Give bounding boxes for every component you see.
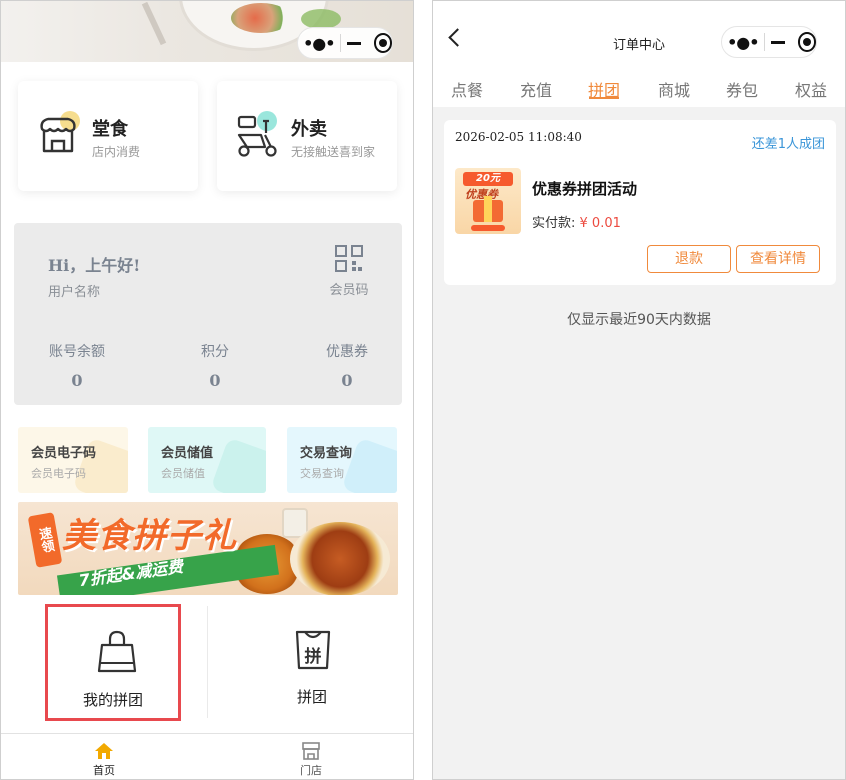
tab-label: 门店 [300, 764, 322, 777]
card-deco-icon [210, 437, 266, 493]
coupon-stat[interactable]: 优惠券 0 [302, 341, 392, 390]
order-tabs: 点餐 充值 拼团 商城 券包 权益 [433, 73, 845, 107]
balance-stat[interactable]: 账号余额 0 [32, 341, 122, 390]
service-subtitle: 无接触送喜到家 [291, 145, 376, 159]
stat-value: 0 [209, 371, 221, 390]
my-group-buy-button[interactable]: 我的拼团 [45, 604, 181, 721]
group-item-label: 拼团 [296, 688, 327, 706]
stat-label: 积分 [201, 344, 229, 360]
stat-value: 0 [341, 371, 353, 390]
shortcut-title: 交易查询 [300, 446, 353, 461]
paid-label: 实付款: [532, 216, 580, 231]
greeting-text: Hi，上午好! [48, 256, 141, 275]
service-title: 堂食 [92, 119, 128, 140]
order-name: 优惠券拼团活动 [532, 180, 638, 198]
order-card[interactable]: 2026-02-05 11:08:40 还差1人成团 20元 优惠券 优惠券拼团… [444, 120, 836, 285]
shopping-bag-icon [97, 630, 137, 673]
more-icon[interactable]: •●• [298, 34, 340, 53]
svg-text:拼: 拼 [305, 646, 322, 667]
active-tab-indicator [589, 97, 619, 99]
data-range-note: 仅显示最近90天内数据 [567, 312, 711, 328]
member-topup-shortcut[interactable]: 会员储值 会员储值 [148, 427, 266, 493]
tab-coupon-pack[interactable]: 券包 [726, 77, 758, 101]
tab-label: 首页 [93, 764, 115, 777]
group-item-label: 我的拼团 [82, 691, 143, 709]
service-title: 外卖 [291, 119, 327, 140]
minimize-icon[interactable] [340, 41, 367, 45]
banner-headline: 美食拼子礼 [62, 516, 237, 556]
banner-tag: 速领 [27, 512, 63, 568]
refund-button[interactable]: 退款 [647, 245, 731, 273]
bottom-tab-bar: 首页 门店 [1, 733, 413, 779]
stat-value: 0 [71, 371, 83, 390]
scooter-icon [237, 111, 277, 157]
stat-label: 账号余额 [49, 344, 105, 360]
home-icon [95, 743, 113, 759]
close-target-icon[interactable] [797, 32, 816, 52]
order-time: 2026-02-05 11:08:40 [455, 130, 582, 144]
transaction-query-shortcut[interactable]: 交易查询 交易查询 [287, 427, 397, 493]
group-buy-panel: 我的拼团 拼 拼团 [1, 596, 413, 733]
paid-price: ¥ 0.01 [579, 216, 621, 231]
service-subtitle: 店内消费 [92, 145, 141, 159]
tab-dine[interactable]: 点餐 [451, 77, 483, 101]
tab-store[interactable]: 门店 [281, 742, 341, 778]
qr-code-icon [335, 245, 363, 272]
group-buy-bag-icon: 拼 [295, 630, 331, 670]
paid-amount: 实付款: ¥ 0.01 [532, 212, 621, 231]
tab-recharge[interactable]: 充值 [520, 77, 552, 101]
group-buy-button[interactable]: 拼 拼团 [244, 604, 380, 721]
view-details-button[interactable]: 查看详情 [736, 245, 820, 273]
miniprogram-capsule: •●• [721, 26, 817, 58]
shortcut-subtitle: 会员储值 [161, 467, 205, 480]
delivery-card[interactable]: 外卖 无接触送喜到家 [217, 81, 397, 191]
tab-benefits[interactable]: 权益 [795, 77, 827, 101]
order-center-screen: 订单中心 •●• 点餐 充值 拼团 商城 券包 权益 2026-02-05 11… [432, 0, 846, 780]
promo-banner[interactable]: 速领 美食拼子礼 7折起&减运费 [18, 502, 398, 595]
coupon-thumbnail: 20元 优惠券 [455, 168, 521, 234]
miniprogram-capsule: •●• [297, 27, 393, 59]
stat-label: 优惠券 [326, 344, 368, 360]
more-icon[interactable]: •●• [722, 33, 764, 52]
shortcut-title: 会员电子码 [31, 446, 97, 461]
member-code-label: 会员码 [329, 283, 369, 298]
dine-in-card[interactable]: 堂食 店内消费 [18, 81, 198, 191]
tab-mall[interactable]: 商城 [658, 77, 690, 101]
points-stat[interactable]: 积分 0 [170, 341, 260, 390]
close-target-icon[interactable] [373, 33, 392, 53]
username-text: 用户名称 [48, 285, 101, 300]
minimize-icon[interactable] [764, 40, 791, 44]
home-screen: •●• 堂食 店内消费 外卖 无接触送喜到家 Hi，上午好! 用户名称 会员码 … [0, 0, 414, 780]
nav-bar: 订单中心 •●• [433, 1, 845, 73]
thumb-amount: 20元 [463, 172, 513, 186]
tab-home[interactable]: 首页 [74, 742, 134, 778]
storefront-icon [40, 111, 80, 153]
member-code-button[interactable]: 会员码 [326, 245, 372, 298]
group-status: 还差1人成团 [751, 137, 825, 152]
shortcut-title: 会员储值 [161, 446, 214, 461]
shortcut-subtitle: 交易查询 [300, 467, 344, 480]
store-icon [302, 742, 320, 760]
member-ecode-shortcut[interactable]: 会员电子码 会员电子码 [18, 427, 128, 493]
member-info-panel: Hi，上午好! 用户名称 会员码 账号余额 0 积分 0 优惠券 0 [14, 223, 402, 405]
shortcut-subtitle: 会员电子码 [31, 467, 86, 480]
